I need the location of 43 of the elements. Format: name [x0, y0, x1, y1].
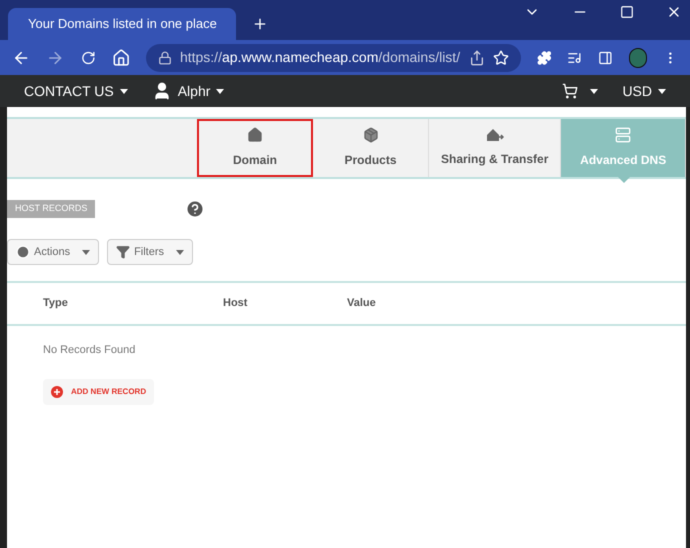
star-icon[interactable] — [492, 50, 509, 66]
lock-icon — [158, 50, 172, 64]
filter-icon — [116, 245, 130, 259]
column-header: Host — [223, 296, 248, 312]
contact-us-menu[interactable]: CONTACT US — [24, 80, 128, 102]
side-panel-icon[interactable] — [598, 50, 613, 66]
browser-tab[interactable]: Your Domains listed in one place — [8, 8, 236, 40]
nav-tab[interactable]: Products — [313, 119, 429, 177]
add-record-button[interactable]: ADD NEW RECORD — [43, 378, 154, 404]
empty-message: No Records Found — [43, 343, 136, 358]
address-bar[interactable]: https://ap.www.namecheap.com/domains/list/ — [146, 44, 521, 72]
currency-menu[interactable]: USD — [622, 80, 666, 102]
server-icon — [615, 127, 632, 143]
caret-icon — [82, 250, 90, 254]
reload-icon[interactable] — [80, 50, 96, 66]
home-icon[interactable] — [112, 48, 130, 68]
tab-title: Your Domains listed in one place — [28, 15, 217, 34]
help-icon[interactable] — [185, 199, 206, 219]
new-tab-icon[interactable] — [252, 16, 268, 32]
section-label: HOST RECORDS — [7, 200, 96, 218]
cart-icon — [562, 83, 578, 99]
caret-icon — [658, 88, 666, 94]
share-icon[interactable] — [468, 50, 485, 66]
toolbar-dropdown[interactable]: Actions — [7, 239, 100, 265]
house-icon — [247, 127, 263, 143]
url-text: https://ap.www.namecheap.com/domains/list/ — [180, 48, 461, 67]
column-header: Type — [43, 296, 69, 312]
extensions-icon[interactable] — [536, 50, 552, 66]
caret-icon — [176, 250, 184, 254]
caret-icon — [590, 88, 598, 94]
toolbar-dropdown[interactable]: Filters — [107, 239, 194, 265]
profile-avatar[interactable] — [628, 48, 648, 68]
plus-circle-icon — [51, 386, 63, 398]
nav-tab[interactable]: Domain — [197, 119, 313, 177]
house-arrow-icon — [486, 128, 504, 142]
tab-pointer — [618, 177, 630, 183]
user-menu[interactable]: Alphr — [152, 80, 224, 102]
caret-icon — [120, 88, 128, 94]
maximize-icon[interactable] — [620, 5, 634, 19]
cart-menu[interactable] — [562, 83, 598, 99]
caret-icon — [216, 88, 224, 94]
box-icon — [362, 127, 378, 143]
column-header: Value — [347, 296, 376, 312]
